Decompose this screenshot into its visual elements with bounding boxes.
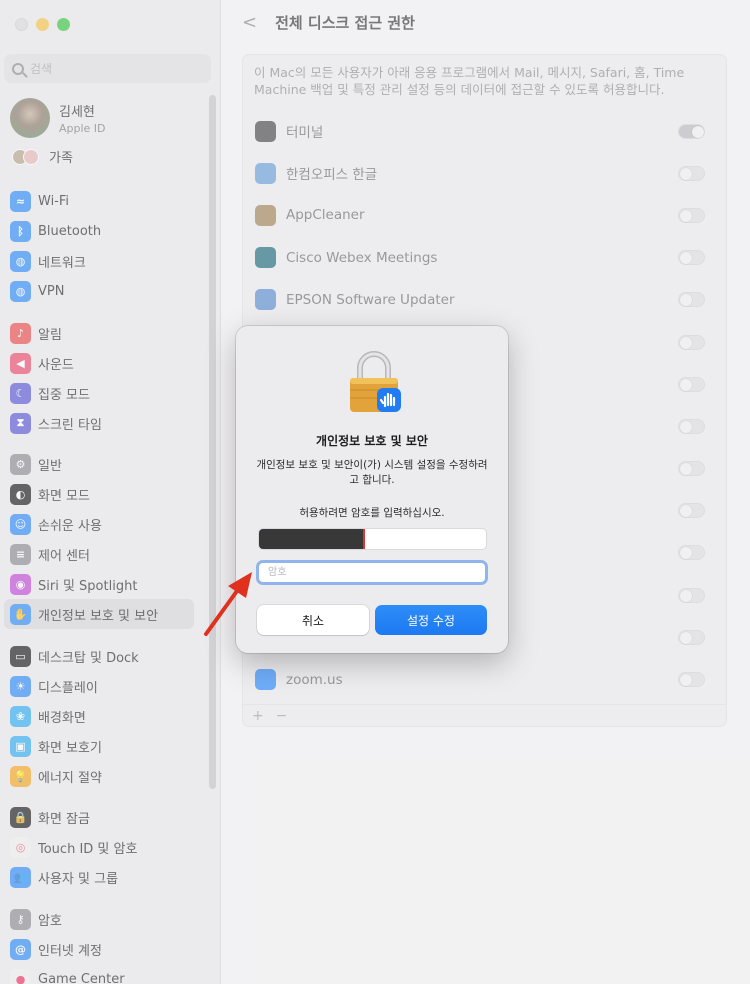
modify-settings-button[interactable]: 설정 수정	[375, 605, 487, 635]
redacted-username	[259, 529, 365, 549]
dialog-hint: 허용하려면 암호를 입력하십시오.	[299, 507, 445, 519]
auth-dialog: 개인정보 보호 및 보안 개인정보 보호 및 보안이(가) 시스템 설정을 수정…	[236, 326, 508, 653]
cancel-button[interactable]: 취소	[257, 605, 369, 635]
dialog-message: 개인정보 보호 및 보안이(가) 시스템 설정을 수정하려고 합니다.	[256, 459, 488, 486]
annotation-arrow-icon	[204, 572, 252, 636]
lock-icon	[350, 351, 401, 412]
dialog-title: 개인정보 보호 및 보안	[316, 434, 428, 448]
settings-window: 검색 김세현 Apple ID 가족 ≈ Wi-Fi ᛒ Bluetooth ◍ 네트워크…	[0, 0, 750, 984]
username-field[interactable]	[258, 528, 487, 550]
password-field[interactable]: 암호	[256, 560, 488, 585]
